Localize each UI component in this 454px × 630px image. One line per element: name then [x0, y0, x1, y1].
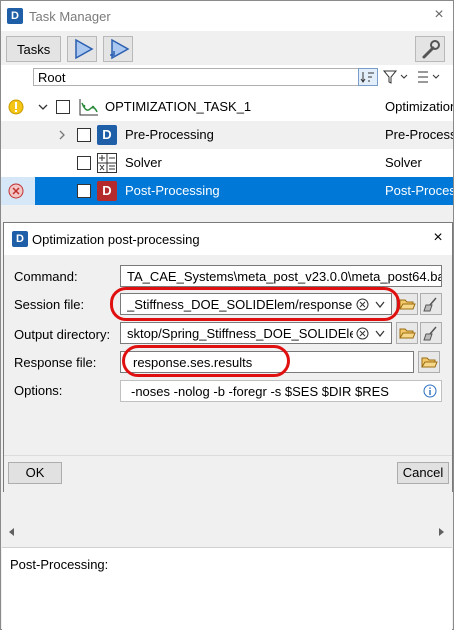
browse-output-button[interactable] — [396, 322, 418, 344]
dialog-title-bar: D Optimization post-processing × — [4, 223, 452, 255]
dialog-close-icon[interactable]: × — [428, 228, 448, 248]
broom-icon — [423, 326, 437, 341]
chevron-down-icon[interactable] — [374, 300, 386, 310]
row-checkbox[interactable] — [77, 128, 91, 142]
root-label: Root — [38, 70, 66, 85]
scroll-right-icon[interactable] — [436, 527, 446, 537]
info-text: Post-Processing: — [10, 557, 109, 572]
chevron-down-icon[interactable] — [37, 101, 49, 113]
command-value: TA_CAE_Systems\meta_post_v23.0.0\meta_po… — [127, 269, 442, 284]
info-icon[interactable] — [423, 384, 437, 398]
options-field[interactable]: -noses -nolog -b -foregr -s $SES $DIR $R… — [120, 380, 442, 402]
tree-row-optimization-task[interactable]: OPTIMIZATION_TASK_1 Optimization — [1, 93, 453, 121]
tree-row-type: Optimization — [385, 99, 453, 114]
tree-row-type: Pre-Processing — [385, 127, 453, 142]
tree-row-post-processing[interactable]: D Post-Processing Post-Processing — [1, 177, 453, 205]
output-directory-label: Output directory: — [14, 327, 111, 342]
details-area — [1, 491, 453, 541]
warning-icon — [8, 99, 24, 115]
options-label: Options: — [14, 383, 63, 398]
app-logo-icon: D — [7, 8, 23, 24]
cancel-button[interactable]: Cancel — [397, 462, 449, 484]
row-checkbox[interactable] — [77, 184, 91, 198]
ok-button[interactable]: OK — [8, 462, 62, 484]
tree-row-type: Solver — [385, 155, 422, 170]
chevron-down-icon[interactable] — [374, 329, 386, 339]
command-field[interactable]: TA_CAE_Systems\meta_post_v23.0.0\meta_po… — [120, 265, 442, 287]
window-title: Task Manager — [29, 9, 111, 24]
tree-row-type: Post-Processing — [385, 183, 453, 198]
tree-row-label: OPTIMIZATION_TASK_1 — [105, 99, 252, 114]
dialog-button-bar — [4, 455, 452, 492]
response-file-value: response.ses.results — [133, 355, 253, 370]
info-panel: Post-Processing: — [2, 547, 452, 630]
run-button[interactable] — [67, 36, 97, 62]
browse-session-button[interactable] — [396, 293, 418, 315]
options-value: -noses -nolog -b -foregr -s $SES $DIR $R… — [131, 384, 389, 399]
wrench-icon — [422, 40, 440, 59]
title-bar: D Task Manager × — [1, 1, 453, 31]
dialog-logo-icon: D — [12, 231, 28, 247]
response-file-field[interactable]: response.ses.results — [120, 351, 414, 373]
session-file-label: Session file: — [14, 297, 85, 312]
run-step-button[interactable] — [103, 36, 133, 62]
clear-icon[interactable] — [356, 327, 369, 340]
tree-row-label: Post-Processing — [125, 183, 220, 198]
output-directory-field[interactable]: sktop/Spring_Stiffness_DOE_SOLIDElem/ — [120, 322, 392, 344]
session-file-field[interactable]: _Stiffness_DOE_SOLIDElem/response.ses — [120, 293, 392, 315]
tree-row-label: Solver — [125, 155, 162, 170]
columns-icon[interactable] — [415, 68, 445, 86]
clear-session-button[interactable] — [420, 293, 442, 315]
filter-icon[interactable] — [381, 68, 411, 86]
post-processing-dialog: D Optimization post-processing × Command… — [3, 222, 453, 492]
tree-row-solver[interactable]: Solver Solver — [1, 149, 453, 177]
sort-icon[interactable] — [358, 68, 378, 86]
dialog-title: Optimization post-processing — [32, 232, 200, 247]
scroll-left-icon[interactable] — [7, 527, 17, 537]
folder-open-icon — [399, 328, 416, 339]
close-icon[interactable]: × — [429, 5, 449, 25]
session-file-value: _Stiffness_DOE_SOLIDElem/response.ses — [127, 297, 353, 312]
clear-icon[interactable] — [356, 298, 369, 311]
post-processing-icon: D — [97, 181, 117, 201]
broom-icon — [423, 297, 437, 312]
play-step-icon — [110, 38, 130, 60]
error-icon — [8, 183, 24, 199]
row-checkbox[interactable] — [56, 100, 70, 114]
row-checkbox[interactable] — [77, 156, 91, 170]
settings-button[interactable] — [415, 36, 445, 62]
clear-output-button[interactable] — [420, 322, 442, 344]
tree-row-label: Pre-Processing — [125, 127, 214, 142]
command-label: Command: — [14, 269, 78, 284]
calculator-icon — [97, 153, 117, 173]
task-tree: Root OPTIMIZATION_TASK_1 Optimization D … — [1, 65, 453, 205]
response-file-label: Response file: — [14, 355, 97, 370]
folder-open-icon — [399, 299, 416, 310]
pre-processing-icon: D — [97, 125, 117, 145]
folder-open-icon — [421, 357, 438, 368]
tree-row-pre-processing[interactable]: D Pre-Processing Pre-Processing — [1, 121, 453, 149]
root-filter-field[interactable]: Root — [33, 68, 361, 86]
tasks-button[interactable]: Tasks — [6, 36, 61, 62]
play-icon — [75, 38, 94, 60]
optimization-chart-icon — [79, 99, 98, 116]
tree-header-row: Root — [1, 65, 453, 89]
tasks-button-label: Tasks — [17, 42, 51, 57]
chevron-right-icon[interactable] — [57, 129, 67, 141]
browse-response-button[interactable] — [418, 351, 440, 373]
output-directory-value: sktop/Spring_Stiffness_DOE_SOLIDElem/ — [127, 326, 353, 341]
